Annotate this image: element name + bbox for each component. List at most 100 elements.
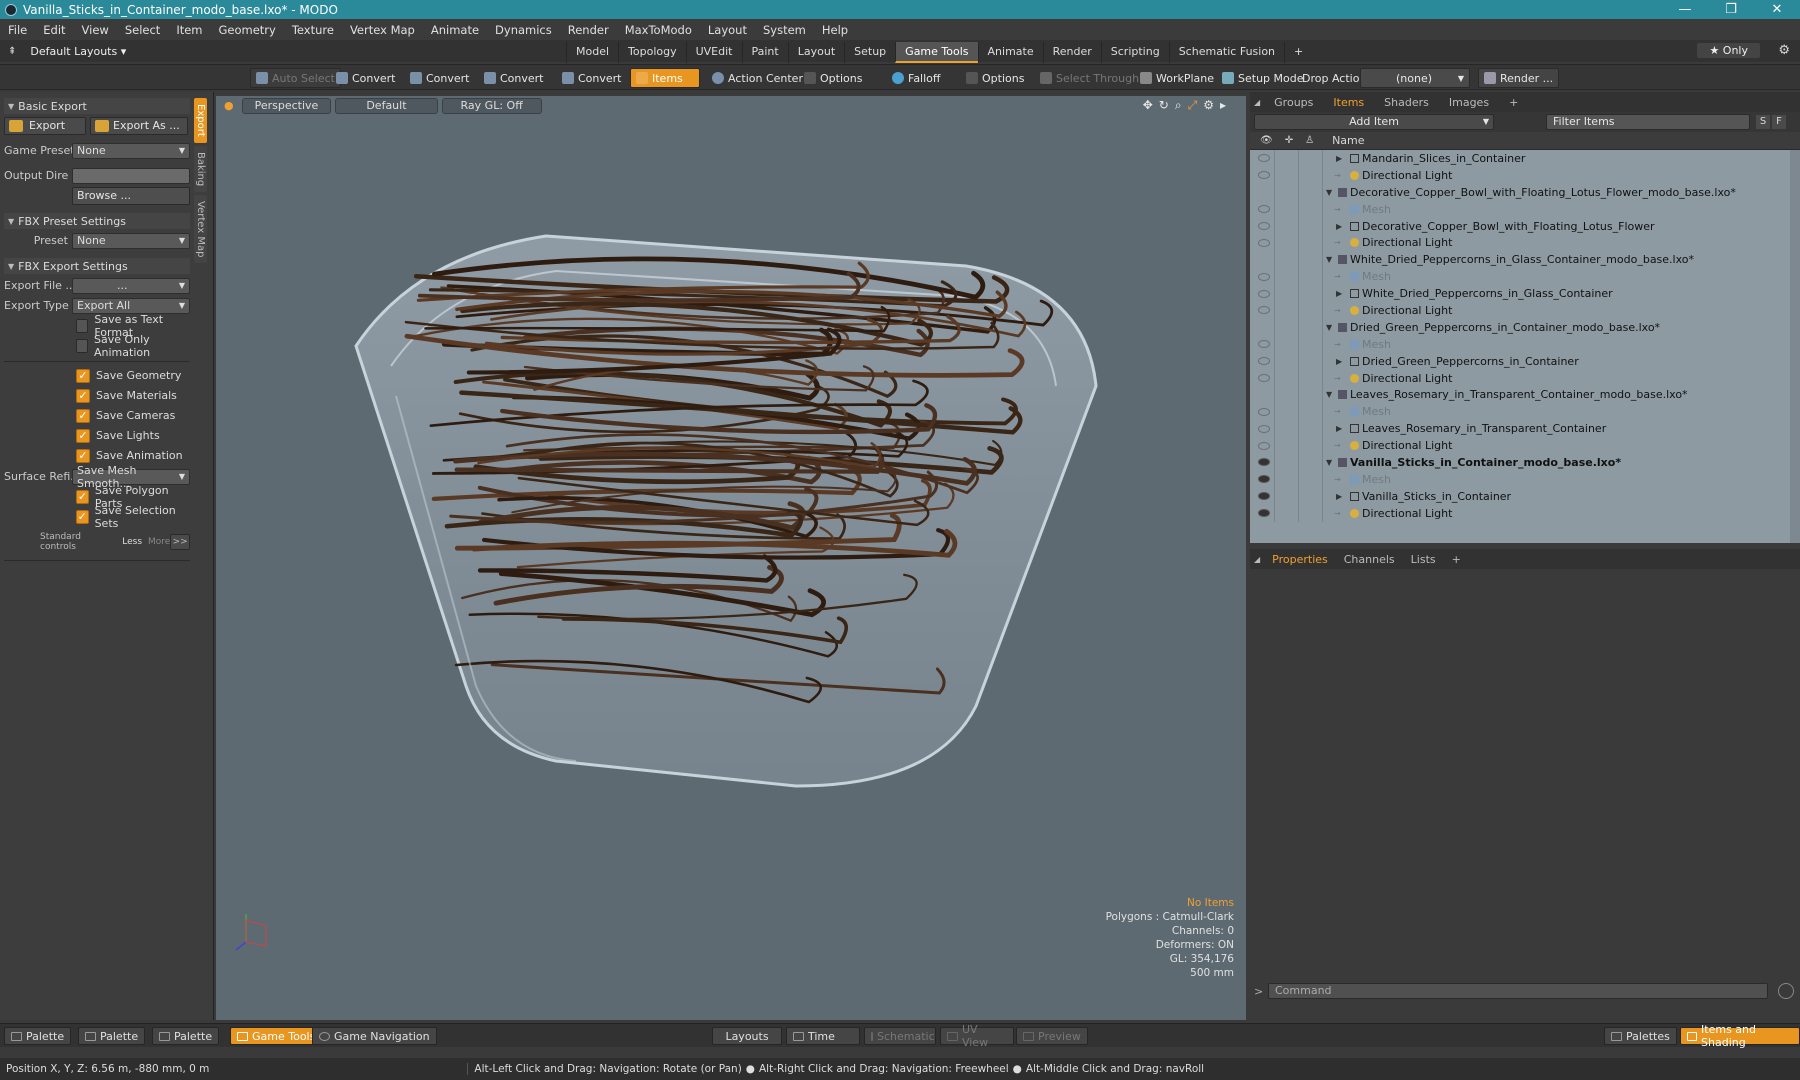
- visibility-eye-icon[interactable]: [1258, 306, 1270, 315]
- add-item-button[interactable]: Add Item ▼: [1254, 114, 1494, 130]
- close-button[interactable]: ✕: [1754, 2, 1800, 17]
- tab-properties[interactable]: Properties: [1264, 553, 1336, 566]
- checkbox-row[interactable]: ✓ Save Selection Sets: [4, 504, 190, 530]
- expanded-triangle-icon[interactable]: ▼: [1326, 390, 1332, 399]
- visibility-eye-icon[interactable]: [1258, 272, 1270, 281]
- expanded-triangle-icon[interactable]: ▼: [1326, 188, 1332, 197]
- convert-button-1[interactable]: Convert: [330, 68, 402, 88]
- menu-animate[interactable]: Animate: [423, 23, 487, 37]
- checkbox-row[interactable]: ✓ Save Cameras: [4, 406, 190, 425]
- item-list-row[interactable]: → Mesh: [1250, 200, 1800, 218]
- fbx-preset-header[interactable]: ▼ FBX Preset Settings: [4, 213, 190, 229]
- surface-refinement-dropdown[interactable]: Save Mesh Smooth... ▼: [72, 464, 190, 490]
- item-list-row[interactable]: → Mesh: [1250, 403, 1800, 421]
- palettes-button[interactable]: Palettes: [1604, 1027, 1677, 1045]
- menu-texture[interactable]: Texture: [284, 23, 342, 37]
- expanded-triangle-icon[interactable]: ▼: [1326, 255, 1332, 264]
- layout-tab-game-tools[interactable]: Game Tools: [895, 42, 978, 63]
- basic-export-header[interactable]: ▼ Basic Export: [4, 98, 190, 114]
- visibility-eye-icon[interactable]: [1258, 205, 1270, 214]
- checkbox-row[interactable]: ✓ Save Lights: [4, 426, 190, 445]
- layout-tab-layout[interactable]: Layout: [787, 42, 844, 63]
- less-link[interactable]: Less: [122, 537, 142, 547]
- render-button[interactable]: Render ...: [1478, 68, 1560, 88]
- convert-button-4[interactable]: Convert: [556, 68, 628, 88]
- item-list-row[interactable]: → Mesh: [1250, 470, 1800, 488]
- checkbox-row[interactable]: Save Only Animation: [4, 333, 190, 359]
- export-as-button[interactable]: Export As ...: [90, 116, 188, 135]
- checkbox[interactable]: ✓: [76, 408, 90, 423]
- select-through-button[interactable]: Select Through: [1034, 68, 1145, 88]
- convert-button-2[interactable]: Convert: [404, 68, 476, 88]
- visibility-eye-icon[interactable]: [1258, 441, 1270, 450]
- menu-geometry[interactable]: Geometry: [211, 23, 284, 37]
- collapsed-triangle-icon[interactable]: ▶: [1336, 424, 1342, 433]
- item-list-row[interactable]: → Directional Light: [1250, 437, 1800, 455]
- collapsed-triangle-icon[interactable]: ▶: [1336, 222, 1342, 231]
- falloff-button[interactable]: Falloff: [886, 68, 946, 88]
- layout-tab-paint[interactable]: Paint: [741, 42, 788, 63]
- item-list-row[interactable]: → Mesh: [1250, 268, 1800, 286]
- palette-button-3[interactable]: Palette: [152, 1027, 220, 1045]
- game-tools-button[interactable]: Game Tools: [230, 1027, 323, 1045]
- tab-items[interactable]: Items: [1323, 96, 1374, 109]
- maximize-button[interactable]: ❐: [1708, 2, 1754, 17]
- layout-tab--[interactable]: +: [1284, 42, 1312, 63]
- only-toggle[interactable]: ★ Only: [1697, 43, 1760, 58]
- checkbox[interactable]: ✓: [76, 509, 89, 524]
- visibility-eye-icon[interactable]: [1258, 458, 1270, 467]
- options-button-2[interactable]: Options: [960, 68, 1030, 88]
- menu-view[interactable]: View: [74, 23, 117, 37]
- item-list-scrollbar[interactable]: [1790, 150, 1800, 543]
- item-list-row[interactable]: ▼ Vanilla_Sticks_in_Container_modo_base.l…: [1250, 454, 1800, 471]
- visibility-eye-icon[interactable]: [1258, 475, 1270, 484]
- menu-render[interactable]: Render: [560, 23, 617, 37]
- items-button[interactable]: Items: [630, 68, 700, 88]
- menu-file[interactable]: File: [0, 23, 35, 37]
- item-list-row[interactable]: → Directional Light: [1250, 504, 1800, 522]
- collapsed-triangle-icon[interactable]: ▶: [1336, 289, 1342, 298]
- schematic-button[interactable]: Schematic: [864, 1027, 936, 1045]
- item-list-row[interactable]: ▼ White_Dried_Peppercorns_in_Glass_Contai…: [1250, 251, 1800, 269]
- visibility-eye-icon[interactable]: [1258, 222, 1270, 230]
- lock-column-icon[interactable]: ✛: [1285, 135, 1293, 146]
- layout-tab-model[interactable]: Model: [566, 42, 618, 63]
- gear-icon[interactable]: ⚙: [1778, 43, 1790, 58]
- checkbox[interactable]: ✓: [76, 489, 89, 504]
- item-list-row[interactable]: ▶ Decorative_Copper_Bowl_with_Floating_Lo…: [1250, 217, 1800, 235]
- tab-channels[interactable]: Channels: [1336, 553, 1403, 566]
- tab--[interactable]: +: [1499, 96, 1528, 109]
- time-button[interactable]: Time: [786, 1027, 860, 1045]
- minimize-button[interactable]: —: [1662, 2, 1708, 17]
- item-list-row[interactable]: → Directional Light: [1250, 234, 1800, 252]
- layout-tab-schematic-fusion[interactable]: Schematic Fusion: [1168, 42, 1284, 63]
- visibility-eye-icon[interactable]: [1258, 407, 1270, 416]
- 3d-viewport[interactable]: ● Perspective Default Ray GL: Off ✥ ↻ ⌕ …: [216, 96, 1246, 1020]
- visibility-eye-icon[interactable]: [1258, 154, 1270, 163]
- drop-action-dropdown[interactable]: (none) ▼: [1360, 68, 1470, 88]
- filter-items-input[interactable]: Filter Items: [1546, 114, 1750, 130]
- preview-button[interactable]: Preview: [1016, 1027, 1088, 1045]
- item-list-row[interactable]: ▼ Dried_Green_Peppercorns_in_Container_mo…: [1250, 318, 1800, 336]
- item-list-row[interactable]: ▶ Dried_Green_Peppercorns_in_Container: [1250, 352, 1800, 370]
- layout-tab-render[interactable]: Render: [1042, 42, 1101, 63]
- name-column-header[interactable]: Name: [1332, 134, 1364, 147]
- menu-maxtomodo[interactable]: MaxToModo: [617, 23, 700, 37]
- tab-groups[interactable]: Groups: [1264, 96, 1323, 109]
- type-column-icon[interactable]: ♙: [1305, 135, 1314, 146]
- export-button[interactable]: Export: [4, 116, 86, 135]
- more-link[interactable]: More: [148, 537, 170, 547]
- convert-button-3[interactable]: Convert: [478, 68, 550, 88]
- collapsed-triangle-icon[interactable]: ▶: [1336, 154, 1342, 163]
- layout-tab-setup[interactable]: Setup: [844, 42, 895, 63]
- browse-button[interactable]: Browse ...: [72, 186, 190, 205]
- menu-system[interactable]: System: [755, 23, 814, 37]
- visibility-eye-icon[interactable]: [1258, 424, 1270, 433]
- preset-dropdown[interactable]: None ▼: [72, 232, 190, 249]
- visibility-eye-icon[interactable]: [1258, 509, 1270, 518]
- tab-images[interactable]: Images: [1439, 96, 1499, 109]
- visibility-eye-icon[interactable]: [1258, 357, 1270, 366]
- uv-view-button[interactable]: UV View: [940, 1023, 1014, 1049]
- checkbox-row[interactable]: ✓ Save Materials: [4, 386, 190, 405]
- item-list-row[interactable]: ▶ Leaves_Rosemary_in_Transparent_Containe…: [1250, 420, 1800, 438]
